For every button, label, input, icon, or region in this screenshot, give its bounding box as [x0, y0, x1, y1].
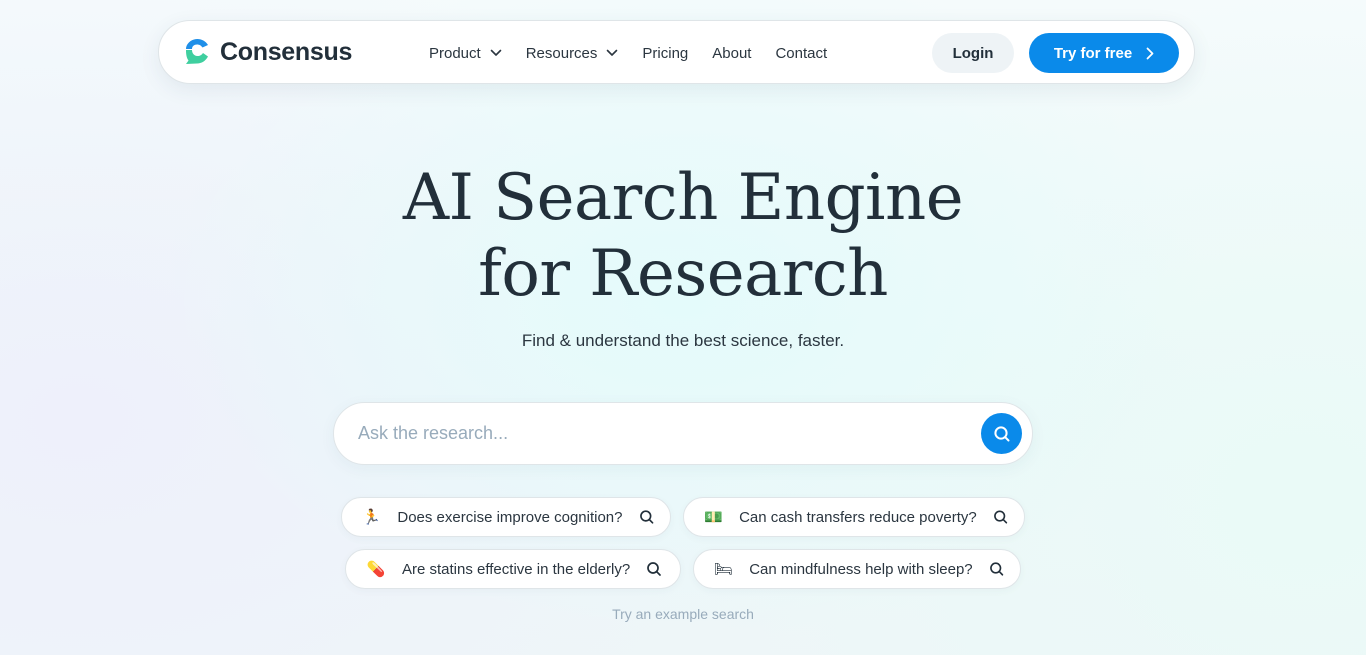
- top-navbar: Consensus Product Resources Pricing Abou…: [158, 20, 1195, 84]
- nav-links: Product Resources Pricing About Contact: [429, 21, 851, 85]
- nav-about-label: About: [712, 44, 752, 62]
- example-search-label: Are statins effective in the elderly?: [402, 560, 631, 578]
- hero-subtitle: Find & understand the best science, fast…: [521, 331, 845, 350]
- nav-product[interactable]: Product: [429, 45, 502, 62]
- search-icon: [989, 562, 1003, 576]
- example-search-label: Can mindfulness help with sleep?: [749, 560, 973, 578]
- runner-icon: 🏃: [362, 508, 382, 526]
- search-icon: [639, 510, 653, 524]
- nav-about[interactable]: About: [712, 45, 751, 62]
- example-search-label: Can cash transfers reduce poverty?: [739, 508, 977, 526]
- pill-icon: 💊: [366, 560, 386, 578]
- example-search-chip[interactable]: 💊 Are statins effective in the elderly?: [345, 549, 681, 589]
- nav-resources[interactable]: Resources: [526, 45, 619, 62]
- nav-resources-label: Resources: [525, 44, 598, 62]
- chevron-right-icon: [1146, 47, 1154, 59]
- hero-title-line-1: AI Search Engine: [402, 161, 964, 235]
- nav-contact[interactable]: Contact: [775, 45, 827, 62]
- nav-contact-label: Contact: [775, 44, 828, 62]
- search-input[interactable]: [358, 403, 958, 464]
- nav-pricing-label: Pricing: [642, 44, 689, 62]
- search-bar: [333, 402, 1033, 465]
- example-search-chip[interactable]: 🏃 Does exercise improve cognition?: [341, 497, 671, 537]
- nav-pricing[interactable]: Pricing: [642, 45, 688, 62]
- bed-icon: 🛏: [714, 560, 734, 578]
- example-search-chip[interactable]: 🛏 Can mindfulness help with sleep?: [693, 549, 1021, 589]
- example-search-chip[interactable]: 💵 Can cash transfers reduce poverty?: [683, 497, 1025, 537]
- nav-product-label: Product: [429, 44, 481, 62]
- try-for-free-label: Try for free: [1053, 44, 1133, 62]
- hero-title-line-2: for Research: [478, 237, 888, 311]
- chevron-down-icon: [607, 49, 618, 56]
- try-for-free-button[interactable]: Try for free: [1029, 33, 1179, 73]
- search-icon: [993, 510, 1007, 524]
- chevron-down-icon: [490, 49, 502, 56]
- try-example-caption: Try an example search: [612, 606, 754, 622]
- brand-name: Consensus: [220, 37, 353, 66]
- search-icon: [647, 562, 662, 576]
- search-icon: [993, 425, 1009, 441]
- logo[interactable]: Consensus: [182, 37, 352, 67]
- hero-title: AI Search Engine for Research: [0, 160, 1366, 312]
- search-button[interactable]: [981, 413, 1022, 454]
- login-button[interactable]: Login: [932, 33, 1014, 73]
- money-icon: 💵: [704, 508, 723, 526]
- example-search-label: Does exercise improve cognition?: [397, 508, 623, 526]
- consensus-logo-icon: [186, 39, 208, 64]
